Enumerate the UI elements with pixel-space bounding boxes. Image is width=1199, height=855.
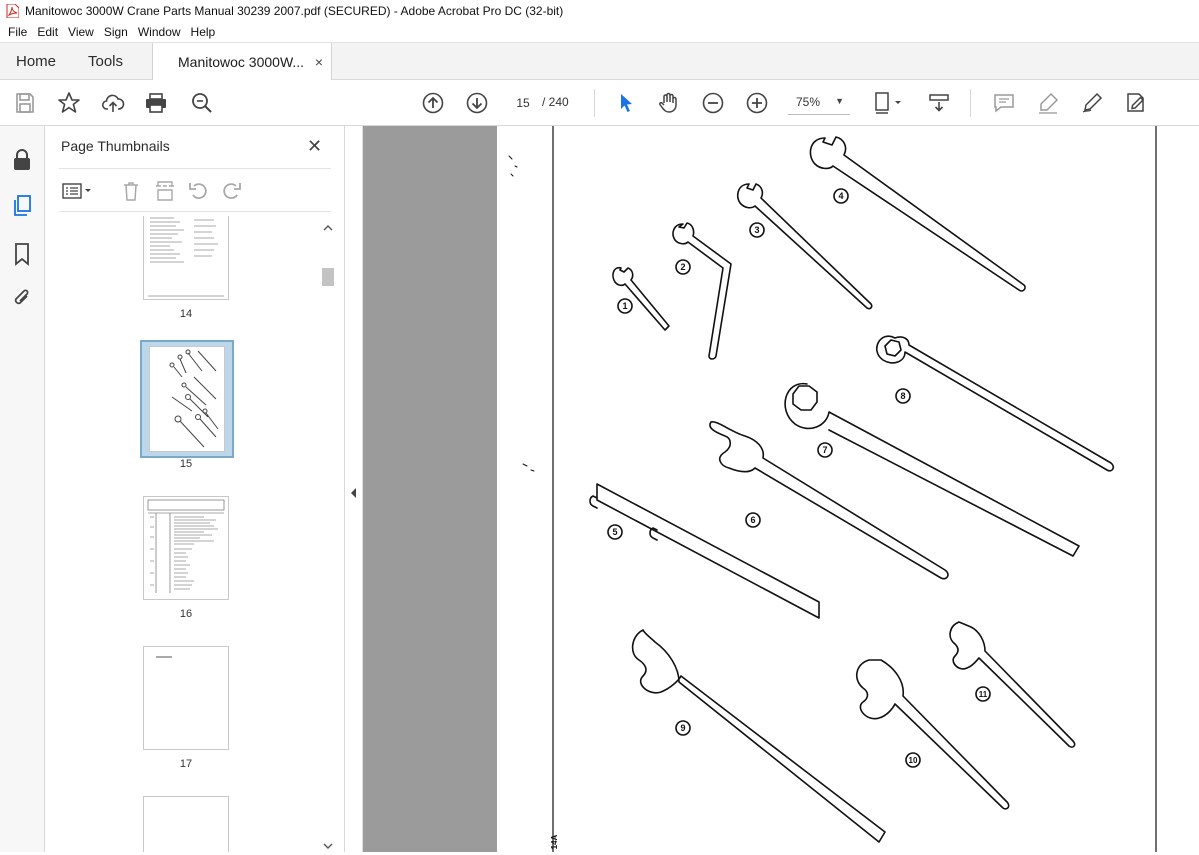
left-navigation-rail — [0, 126, 45, 852]
page-margin-label: 14A — [550, 834, 559, 849]
attachment-icon[interactable] — [8, 284, 36, 312]
cloud-upload-icon[interactable] — [99, 89, 127, 117]
zoom-in-icon[interactable] — [743, 89, 771, 117]
delete-page-icon[interactable] — [119, 179, 143, 203]
callout-11: 11 — [979, 690, 988, 699]
extract-page-icon[interactable] — [153, 179, 177, 203]
panel-title: Page Thumbnails — [61, 138, 170, 154]
document-tab-label: Manitowoc 3000W... — [178, 54, 305, 70]
tab-bar: Home Tools Manitowoc 3000W... × — [0, 42, 1199, 81]
document-view[interactable]: 1 2 3 4 5 6 7 8 9 10 11 14A — [363, 126, 1199, 852]
callout-7: 7 — [822, 445, 827, 455]
thumbnail-page-selected[interactable] — [149, 346, 225, 452]
page-fit-icon[interactable] — [870, 89, 906, 117]
callout-9: 9 — [680, 723, 685, 733]
arrow-down-circle-icon[interactable] — [463, 89, 491, 117]
panel-splitter[interactable] — [345, 126, 363, 852]
callout-6: 6 — [750, 515, 755, 525]
thumbnail-page[interactable] — [143, 646, 229, 750]
menu-file[interactable]: File — [3, 25, 32, 39]
close-panel-icon[interactable]: ✕ — [307, 136, 322, 157]
star-icon[interactable] — [55, 89, 83, 117]
menu-view[interactable]: View — [63, 25, 99, 39]
menu-sign[interactable]: Sign — [99, 25, 133, 39]
rotate-right-icon[interactable] — [219, 179, 243, 203]
printer-icon[interactable] — [142, 89, 170, 117]
draw-icon[interactable] — [1078, 89, 1106, 117]
scroll-mode-icon[interactable] — [925, 89, 953, 117]
pdf-page: 1 2 3 4 5 6 7 8 9 10 11 14A — [497, 126, 1199, 852]
chevron-down-icon: ▼ — [835, 96, 844, 106]
callout-4: 4 — [838, 191, 843, 201]
callout-10: 10 — [909, 756, 918, 765]
page-total: / 240 — [542, 95, 569, 109]
save-icon[interactable] — [11, 89, 39, 117]
title-bar: Manitowoc 3000W Crane Parts Manual 30239… — [0, 0, 1199, 22]
fill-sign-icon[interactable] — [1122, 89, 1150, 117]
lock-icon[interactable] — [8, 146, 36, 174]
rotate-left-icon[interactable] — [187, 179, 211, 203]
thumbnail-page[interactable] — [143, 216, 229, 300]
thumbnail-label: 14 — [179, 308, 193, 320]
wrench-diagram: 1 2 3 4 5 6 7 8 9 10 11 14A — [508, 126, 1157, 852]
thumbnail-options-icon[interactable] — [61, 179, 95, 203]
hand-icon[interactable] — [655, 89, 683, 117]
page-thumbnails-icon[interactable] — [8, 192, 36, 220]
callout-8: 8 — [900, 391, 905, 401]
window-title: Manitowoc 3000W Crane Parts Manual 30239… — [25, 4, 564, 18]
thumbnail-list: 14 15 16 17 — [45, 216, 320, 852]
thumbnail-toolbar — [59, 168, 331, 212]
thumbnail-page[interactable] — [143, 796, 229, 852]
magnifier-icon[interactable] — [188, 89, 216, 117]
menu-bar: File Edit View Sign Window Help — [0, 22, 1199, 42]
thumbnail-label: 15 — [179, 458, 193, 470]
zoom-dropdown[interactable]: 75% ▼ — [788, 91, 850, 115]
tab-document[interactable]: Manitowoc 3000W... × — [152, 43, 332, 81]
zoom-out-icon[interactable] — [699, 89, 727, 117]
zoom-value: 75% — [796, 95, 821, 109]
tab-tools[interactable]: Tools — [88, 43, 123, 80]
callout-3: 3 — [754, 225, 759, 235]
comment-icon[interactable] — [990, 89, 1018, 117]
highlighter-icon[interactable] — [1034, 89, 1062, 117]
acrobat-pdf-icon — [6, 3, 20, 19]
callout-5: 5 — [612, 527, 617, 537]
toolbar-divider — [970, 89, 971, 117]
thumbnail-label: 17 — [179, 758, 193, 770]
callout-1: 1 — [622, 301, 627, 311]
menu-window[interactable]: Window — [133, 25, 186, 39]
bookmark-icon[interactable] — [8, 240, 36, 268]
close-tab-icon[interactable]: × — [315, 54, 323, 70]
toolbar: / 240 75% ▼ — [0, 80, 1199, 126]
pointer-icon[interactable] — [612, 89, 640, 117]
toolbar-divider — [594, 89, 595, 117]
callout-2: 2 — [680, 262, 685, 272]
thumbnail-page[interactable] — [143, 496, 229, 600]
page-number-input[interactable] — [506, 93, 540, 113]
tab-home[interactable]: Home — [16, 43, 56, 80]
page-thumbnails-panel: Page Thumbnails ✕ 14 15 16 17 — [45, 126, 345, 852]
arrow-up-circle-icon[interactable] — [419, 89, 447, 117]
thumbnail-label: 16 — [179, 608, 193, 620]
menu-help[interactable]: Help — [186, 25, 221, 39]
menu-edit[interactable]: Edit — [32, 25, 63, 39]
thumbnail-scrollbar[interactable] — [321, 222, 335, 852]
scrollbar-thumb[interactable] — [322, 268, 334, 286]
